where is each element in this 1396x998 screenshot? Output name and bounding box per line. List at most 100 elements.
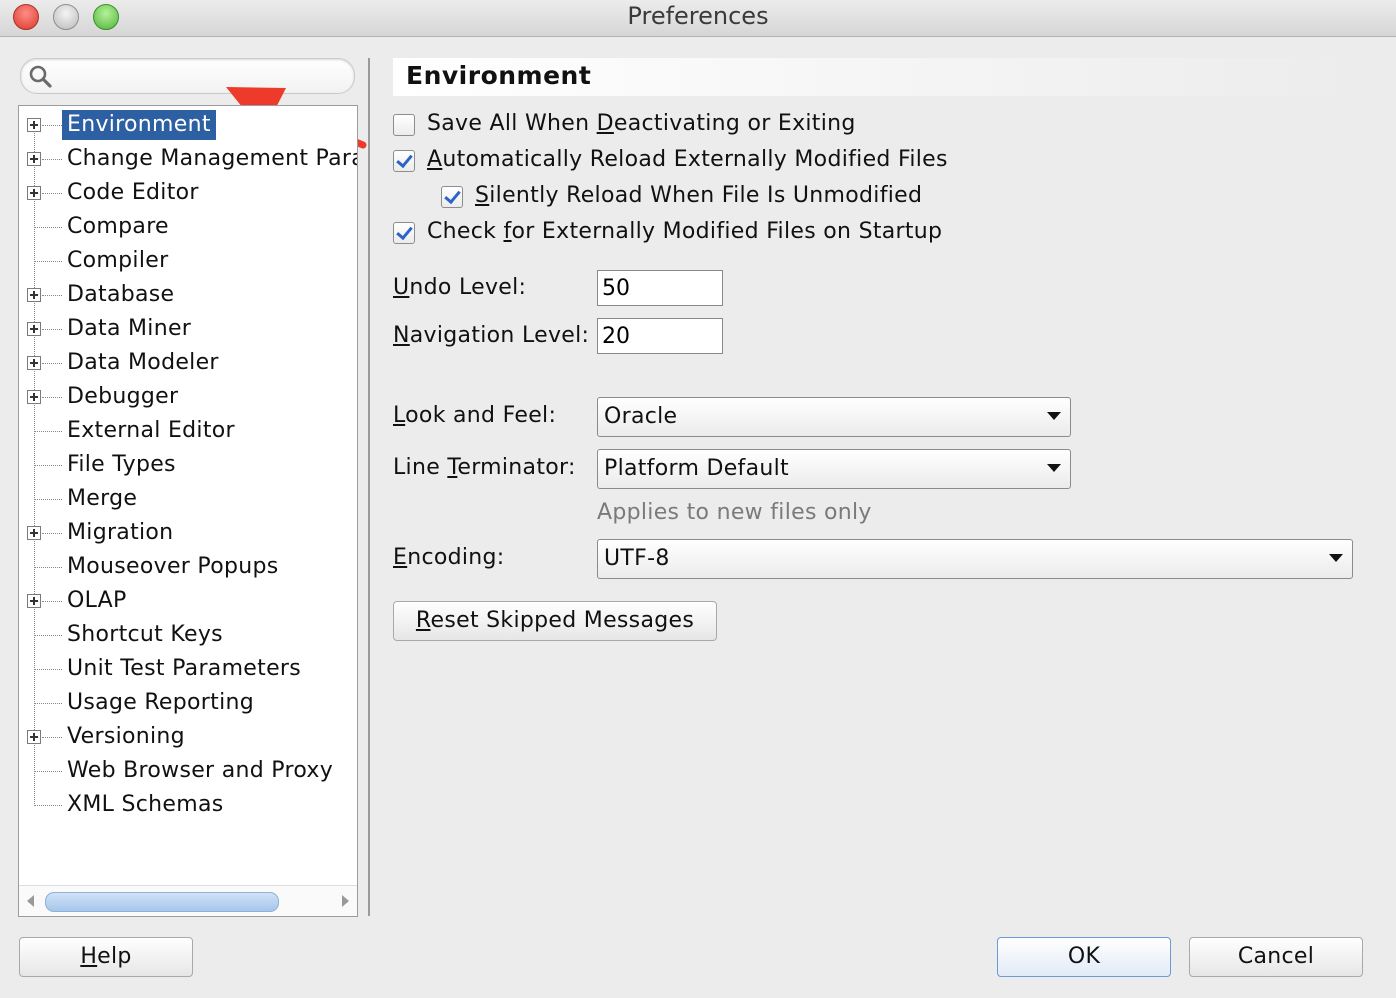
save-all-checkbox[interactable] — [393, 114, 415, 136]
tree-item-label: Versioning — [67, 724, 185, 749]
tree-connector — [42, 159, 62, 160]
auto-reload-checkbox[interactable] — [393, 150, 415, 172]
tree-connector — [42, 737, 62, 738]
undo-level-input[interactable] — [597, 270, 723, 306]
tree-connector — [42, 295, 62, 296]
expand-plus-icon[interactable] — [27, 730, 41, 744]
tree-item[interactable]: Data Modeler — [19, 346, 357, 380]
expand-plus-icon[interactable] — [27, 118, 41, 132]
tree-item-label: Debugger — [67, 384, 179, 409]
ok-button[interactable]: OK — [997, 937, 1171, 977]
tree-item-label: Mouseover Popups — [67, 554, 279, 579]
tree-item-label: Data Miner — [67, 316, 192, 341]
expand-plus-icon[interactable] — [27, 526, 41, 540]
tree-horizontal-scrollbar[interactable] — [19, 885, 357, 916]
window-title: Preferences — [627, 2, 769, 30]
tree-connector — [42, 601, 62, 602]
tree-item[interactable]: Usage Reporting — [19, 686, 357, 720]
tree-item-label: Compiler — [67, 248, 169, 273]
tree-item-label: Code Editor — [67, 180, 199, 205]
expand-plus-icon[interactable] — [27, 594, 41, 608]
tree-connector — [34, 635, 62, 636]
expand-plus-icon[interactable] — [27, 390, 41, 404]
dropdown-arrow-icon — [1329, 554, 1343, 562]
scroll-left-icon[interactable] — [27, 895, 34, 907]
tree-item[interactable]: External Editor — [19, 414, 357, 448]
expand-plus-icon[interactable] — [27, 152, 41, 166]
tree-item[interactable]: Compare — [19, 210, 357, 244]
tree-item-label: Web Browser and Proxy — [67, 758, 334, 783]
tree-connector — [34, 227, 62, 228]
encoding-label: Encoding: — [393, 545, 505, 570]
expand-plus-icon[interactable] — [27, 288, 41, 302]
tree-item-label: Merge — [67, 486, 138, 511]
check-startup-label: Check for Externally Modified Files on S… — [427, 219, 943, 244]
tree-item-label: Unit Test Parameters — [67, 656, 302, 681]
tree-connector — [42, 363, 62, 364]
encoding-select[interactable]: UTF-8 — [597, 539, 1353, 579]
navigation-level-input[interactable] — [597, 318, 723, 354]
tree-connector — [34, 669, 62, 670]
tree-connector — [34, 499, 62, 500]
scrollbar-thumb[interactable] — [45, 892, 279, 912]
look-and-feel-select[interactable]: Oracle — [597, 397, 1071, 437]
scroll-right-icon[interactable] — [342, 895, 349, 907]
tree-item[interactable]: Debugger — [19, 380, 357, 414]
tree-connector — [42, 329, 62, 330]
panel-title: Environment — [406, 61, 592, 90]
navigation-level-label: Navigation Level: — [393, 323, 590, 348]
split-pane-divider[interactable] — [368, 58, 370, 916]
look-and-feel-label: Look and Feel: — [393, 403, 557, 428]
tree-item[interactable]: File Types — [19, 448, 357, 482]
tree-item-label: External Editor — [67, 418, 235, 443]
line-terminator-select[interactable]: Platform Default — [597, 449, 1071, 489]
look-and-feel-value: Oracle — [604, 404, 678, 429]
tree-item[interactable]: Code Editor — [19, 176, 357, 210]
tree-item[interactable]: Data Miner — [19, 312, 357, 346]
tree-connector — [42, 125, 62, 126]
tree-item[interactable]: Environment — [19, 108, 357, 142]
title-bar: Preferences — [0, 0, 1396, 37]
tree-item[interactable]: OLAP — [19, 584, 357, 618]
dropdown-arrow-icon — [1047, 464, 1061, 472]
silent-reload-label: Silently Reload When File Is Unmodified — [475, 183, 923, 208]
tree-connector — [34, 431, 62, 432]
tree-item[interactable]: Compiler — [19, 244, 357, 278]
tree-item[interactable]: Change Management Paran — [19, 142, 358, 176]
help-button[interactable]: Help — [19, 937, 193, 977]
tree-connector — [34, 567, 62, 568]
tree-connector — [42, 193, 62, 194]
tree-item[interactable]: XML Schemas — [19, 788, 357, 822]
cancel-button[interactable]: Cancel — [1189, 937, 1363, 977]
tree-connector — [42, 533, 62, 534]
tree-item-label: Shortcut Keys — [67, 622, 223, 647]
tree-item[interactable]: Unit Test Parameters — [19, 652, 357, 686]
expand-plus-icon[interactable] — [27, 356, 41, 370]
tree-connector — [34, 805, 62, 806]
tree-item[interactable]: Shortcut Keys — [19, 618, 357, 652]
line-terminator-hint: Applies to new files only — [597, 500, 872, 525]
tree-item[interactable]: Mouseover Popups — [19, 550, 357, 584]
tree-connector — [34, 261, 62, 262]
tree-item[interactable]: Migration — [19, 516, 357, 550]
tree-item[interactable]: Database — [19, 278, 357, 312]
tree-item-label: Change Management Paran — [67, 146, 358, 171]
undo-level-label: Undo Level: — [393, 275, 527, 300]
tree-item-label: XML Schemas — [67, 792, 224, 817]
tree-item[interactable]: Merge — [19, 482, 357, 516]
check-startup-checkbox[interactable] — [393, 222, 415, 244]
silent-reload-checkbox[interactable] — [441, 186, 463, 208]
expand-plus-icon[interactable] — [27, 322, 41, 336]
preferences-tree[interactable]: Environment Change Management Paran Code E… — [18, 105, 358, 917]
tree-item-label: File Types — [67, 452, 176, 477]
tree-item[interactable]: Web Browser and Proxy — [19, 754, 357, 788]
tree-item[interactable]: Versioning — [19, 720, 357, 754]
line-terminator-value: Platform Default — [604, 456, 789, 481]
panel-header: Environment — [393, 58, 1359, 96]
auto-reload-label: Automatically Reload Externally Modified… — [427, 147, 948, 172]
expand-plus-icon[interactable] — [27, 186, 41, 200]
tree-item-label: Data Modeler — [67, 350, 219, 375]
search-icon — [28, 64, 54, 94]
tree-item-label: Database — [67, 282, 175, 307]
reset-skipped-messages-button[interactable]: Reset Skipped Messages — [393, 601, 717, 641]
